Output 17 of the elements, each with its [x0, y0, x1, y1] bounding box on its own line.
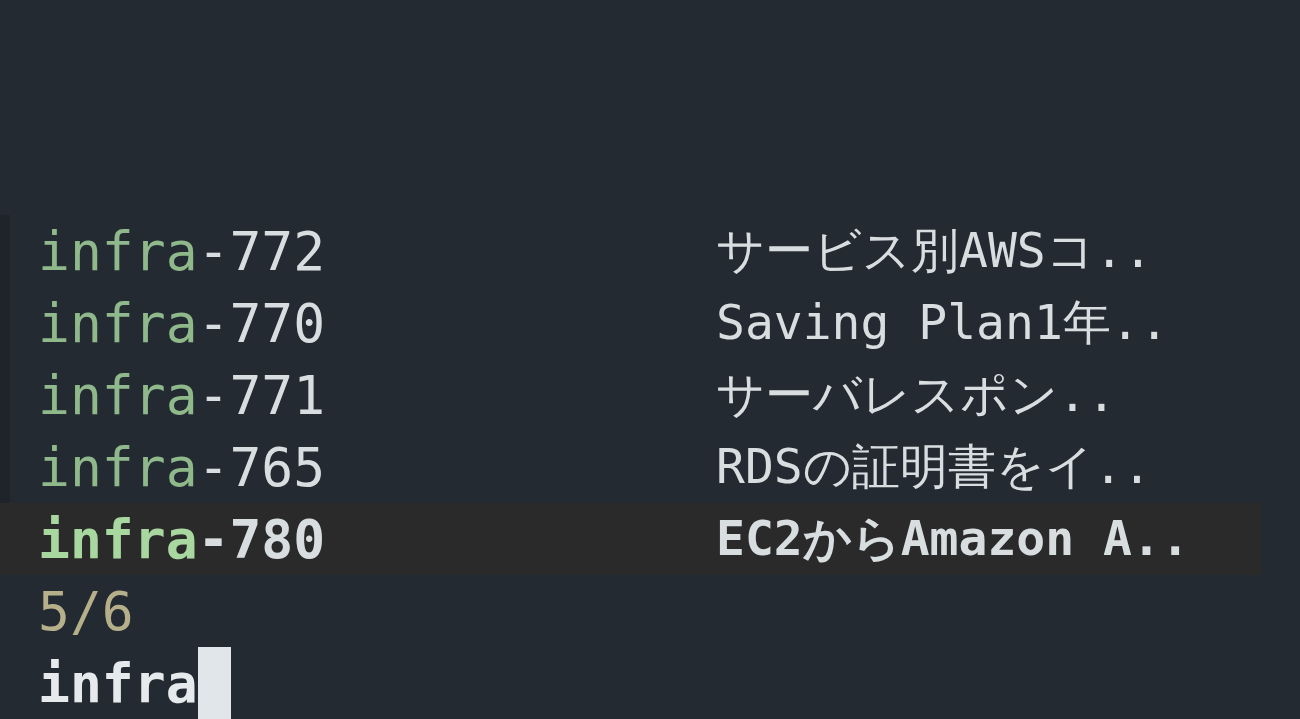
result-row[interactable]: infra-780 EC2からAmazon A..: [0, 503, 1262, 575]
text-cursor: [197, 647, 231, 719]
ticket-id: infra-770: [38, 292, 327, 354]
ticket-id: infra-771: [38, 364, 327, 426]
ticket-title: サーバレスポン..: [716, 365, 1117, 424]
query-input[interactable]: infra: [38, 652, 198, 714]
result-row[interactable]: infra-771 サーバレスポン..: [0, 359, 1262, 431]
ticket-id: infra-772: [38, 220, 327, 282]
ticket-title: EC2からAmazon A..: [716, 509, 1191, 568]
ticket-title: RDSの証明書をイ..: [716, 437, 1153, 496]
ticket-id: infra-765: [38, 436, 327, 498]
result-row[interactable]: infra-770 Saving Plan1年..: [0, 287, 1262, 359]
match-count: 5/6: [38, 580, 134, 642]
result-row[interactable]: infra-772 サービス別AWSコ..: [0, 215, 1262, 287]
ticket-title: Saving Plan1年..: [716, 293, 1170, 352]
ticket-title: サービス別AWSコ..: [716, 221, 1154, 280]
ticket-id: infra-780: [38, 508, 327, 570]
